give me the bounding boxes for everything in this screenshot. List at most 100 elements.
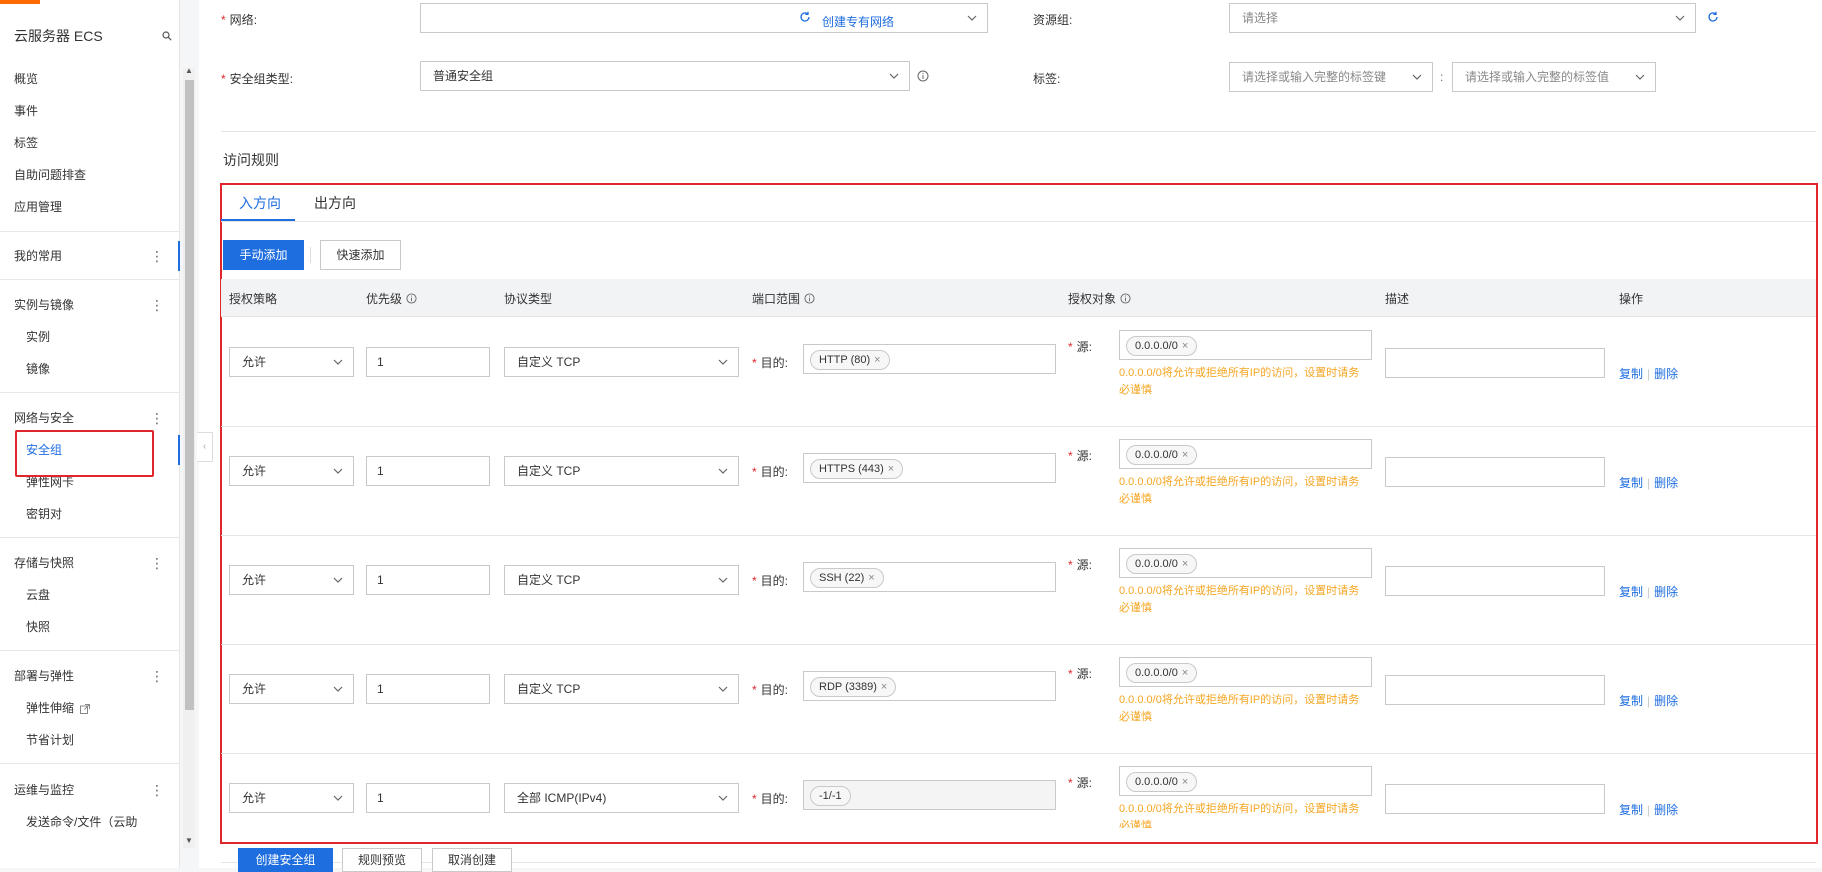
tag-key-select[interactable]: 请选择或输入完整的标签键	[1229, 62, 1433, 92]
copy-link[interactable]: 复制	[1619, 803, 1643, 817]
port-range-input[interactable]: SSH (22) ×	[803, 562, 1056, 592]
more-icon[interactable]: ⋮	[150, 780, 164, 800]
info-icon[interactable]	[804, 293, 815, 304]
sidebar-item-savings-plan[interactable]: 节省计划	[26, 730, 74, 750]
more-icon[interactable]: ⋮	[150, 408, 164, 428]
sidebar-item-snapshots[interactable]: 快照	[26, 617, 50, 637]
policy-select[interactable]: 允许	[229, 674, 354, 704]
create-vpc-link[interactable]: 创建专有网络	[822, 13, 894, 30]
sidebar-item-events[interactable]: 事件	[14, 101, 38, 121]
info-icon[interactable]	[1120, 293, 1131, 304]
rule-preview-button[interactable]: 规则预览	[342, 848, 422, 872]
collapse-sidebar-chevron-icon[interactable]: ‹	[197, 432, 213, 462]
delete-link[interactable]: 删除	[1654, 803, 1678, 817]
tab-outbound[interactable]: 出方向	[314, 193, 356, 213]
close-icon[interactable]: ×	[1182, 449, 1188, 461]
port-range-input[interactable]: HTTP (80) ×	[803, 344, 1056, 374]
sidebar-item-send-command[interactable]: 发送命令/文件（云助	[26, 812, 137, 832]
port-range-input[interactable]: -1/-1	[803, 780, 1056, 810]
sidebar-item-overview[interactable]: 概览	[14, 69, 38, 89]
group-storage-snapshots[interactable]: 存储与快照	[14, 553, 74, 573]
group-network-security[interactable]: 网络与安全	[14, 408, 74, 428]
copy-link[interactable]: 复制	[1619, 585, 1643, 599]
close-icon[interactable]: ×	[1182, 667, 1188, 679]
more-icon[interactable]: ⋮	[150, 246, 164, 266]
sg-type-select[interactable]: 普通安全组	[420, 61, 910, 91]
description-input[interactable]	[1385, 457, 1605, 487]
delete-link[interactable]: 删除	[1654, 476, 1678, 490]
tag-value-select[interactable]: 请选择或输入完整的标签值	[1452, 62, 1656, 92]
close-icon[interactable]: ×	[874, 354, 880, 366]
source-input[interactable]: 0.0.0.0/0 ×	[1119, 766, 1372, 796]
copy-link[interactable]: 复制	[1619, 476, 1643, 490]
manual-add-button[interactable]: 手动添加	[223, 240, 304, 270]
description-input[interactable]	[1385, 784, 1605, 814]
more-icon[interactable]: ⋮	[150, 666, 164, 686]
sidebar-item-keypairs[interactable]: 密钥对	[26, 504, 62, 524]
port-range-input[interactable]: RDP (3389) ×	[803, 671, 1056, 701]
policy-select[interactable]: 允许	[229, 565, 354, 595]
action-separator: |	[1647, 803, 1651, 817]
source-input[interactable]: 0.0.0.0/0 ×	[1119, 657, 1372, 687]
protocol-select[interactable]: 自定义 TCP	[504, 456, 739, 486]
copy-link[interactable]: 复制	[1619, 367, 1643, 381]
copy-link[interactable]: 复制	[1619, 694, 1643, 708]
source-input[interactable]: 0.0.0.0/0 ×	[1119, 548, 1372, 578]
sidebar-item-autoscaling[interactable]: 弹性伸缩	[26, 698, 91, 718]
source-input[interactable]: 0.0.0.0/0 ×	[1119, 330, 1372, 360]
more-icon[interactable]: ⋮	[150, 295, 164, 315]
sidebar: 云服务器 ECS 概览 事件 标签 自助问题排查 应用管理 我的常用 ⋮ 实例与…	[0, 0, 180, 868]
create-security-group-button[interactable]: 创建安全组	[238, 848, 333, 872]
more-icon[interactable]: ⋮	[150, 553, 164, 573]
port-range-input[interactable]: HTTPS (443) ×	[803, 453, 1056, 483]
sidebar-item-tags[interactable]: 标签	[14, 133, 38, 153]
delete-link[interactable]: 删除	[1654, 694, 1678, 708]
group-instances-images[interactable]: 实例与镜像	[14, 295, 74, 315]
delete-link[interactable]: 删除	[1654, 367, 1678, 381]
sidebar-item-instances[interactable]: 实例	[26, 327, 50, 347]
priority-input[interactable]: 1	[366, 783, 490, 813]
description-input[interactable]	[1385, 675, 1605, 705]
close-icon[interactable]: ×	[868, 572, 874, 584]
refresh-icon[interactable]	[799, 11, 811, 23]
protocol-select[interactable]: 全部 ICMP(IPv4)	[504, 783, 739, 813]
sidebar-scrollbar-thumb[interactable]	[185, 80, 194, 710]
group-deploy-elastic[interactable]: 部署与弹性	[14, 666, 74, 686]
refresh-icon[interactable]	[1707, 11, 1719, 23]
group-ops-monitoring[interactable]: 运维与监控	[14, 780, 74, 800]
policy-select[interactable]: 允许	[229, 456, 354, 486]
priority-input[interactable]: 1	[366, 347, 490, 377]
sidebar-item-disks[interactable]: 云盘	[26, 585, 50, 605]
search-icon[interactable]	[162, 31, 172, 41]
protocol-select[interactable]: 自定义 TCP	[504, 347, 739, 377]
tab-inbound[interactable]: 入方向	[239, 193, 281, 213]
scroll-up-arrow-icon[interactable]: ▲	[185, 66, 193, 75]
priority-input[interactable]: 1	[366, 565, 490, 595]
cancel-create-button[interactable]: 取消创建	[432, 848, 512, 872]
protocol-select[interactable]: 自定义 TCP	[504, 565, 739, 595]
delete-link[interactable]: 删除	[1654, 585, 1678, 599]
close-icon[interactable]: ×	[1182, 558, 1188, 570]
description-input[interactable]	[1385, 348, 1605, 378]
sidebar-item-favorites[interactable]: 我的常用	[14, 246, 62, 266]
policy-select[interactable]: 允许	[229, 347, 354, 377]
info-icon[interactable]	[406, 293, 417, 304]
priority-input[interactable]: 1	[366, 456, 490, 486]
close-icon[interactable]: ×	[1182, 340, 1188, 352]
protocol-select[interactable]: 自定义 TCP	[504, 674, 739, 704]
priority-input[interactable]: 1	[366, 674, 490, 704]
source-input[interactable]: 0.0.0.0/0 ×	[1119, 439, 1372, 469]
sidebar-item-images[interactable]: 镜像	[26, 359, 50, 379]
close-icon[interactable]: ×	[888, 463, 894, 475]
description-input[interactable]	[1385, 566, 1605, 596]
close-icon[interactable]: ×	[1182, 776, 1188, 788]
sidebar-item-troubleshoot[interactable]: 自助问题排查	[14, 165, 86, 185]
close-icon[interactable]: ×	[881, 681, 887, 693]
sidebar-item-app-management[interactable]: 应用管理	[14, 197, 62, 217]
policy-select[interactable]: 允许	[229, 783, 354, 813]
network-select[interactable]	[420, 3, 988, 33]
scroll-down-arrow-icon[interactable]: ▼	[185, 836, 193, 845]
info-icon[interactable]	[917, 70, 929, 82]
quick-add-button[interactable]: 快速添加	[320, 240, 401, 270]
resource-group-select[interactable]: 请选择	[1229, 3, 1696, 33]
